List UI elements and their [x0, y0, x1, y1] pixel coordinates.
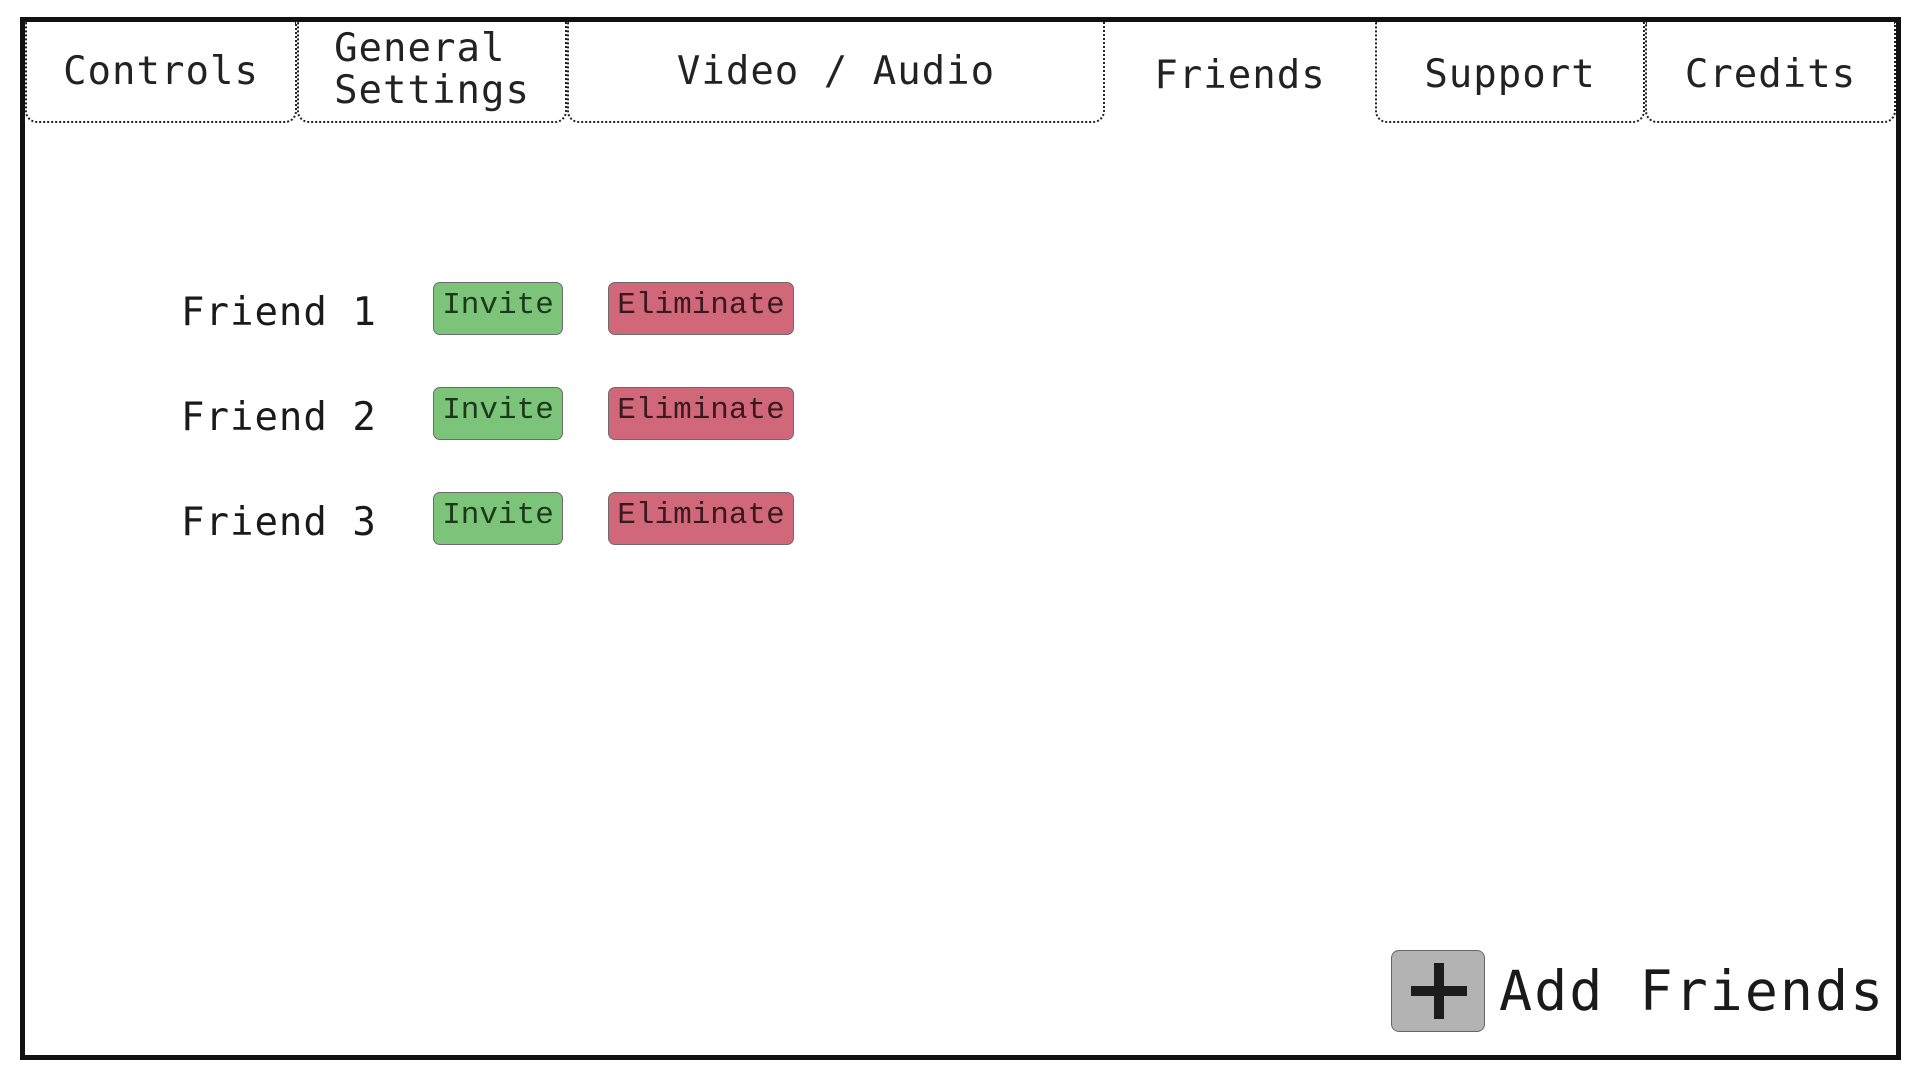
- tab-video-audio[interactable]: Video / Audio: [567, 22, 1105, 123]
- tab-credits-label: Credits: [1684, 51, 1857, 97]
- friend-name: Friend 2: [181, 395, 377, 440]
- tab-friends[interactable]: Friends: [1105, 22, 1375, 123]
- invite-button[interactable]: Invite: [433, 282, 563, 335]
- settings-window: Controls General Settings Video / Audio …: [20, 17, 1901, 1060]
- add-friends-label: Add Friends: [1499, 959, 1886, 1023]
- eliminate-button[interactable]: Eliminate: [608, 492, 794, 545]
- plus-icon-vertical-bar: [1434, 963, 1444, 1019]
- tab-controls[interactable]: Controls: [25, 22, 297, 123]
- invite-button[interactable]: Invite: [433, 387, 563, 440]
- tab-credits[interactable]: Credits: [1645, 22, 1896, 123]
- friend-row: Friend 1 Invite Eliminate: [25, 282, 925, 336]
- friend-name: Friend 1: [181, 290, 377, 335]
- eliminate-button[interactable]: Eliminate: [608, 282, 794, 335]
- tab-support-label: Support: [1424, 51, 1596, 97]
- invite-button[interactable]: Invite: [433, 492, 563, 545]
- friend-name: Friend 3: [181, 500, 377, 545]
- tab-support[interactable]: Support: [1375, 22, 1645, 123]
- tab-general-settings[interactable]: General Settings: [297, 22, 567, 123]
- friend-row: Friend 2 Invite Eliminate: [25, 387, 925, 441]
- tab-video-audio-label: Video / Audio: [676, 48, 996, 94]
- add-friends-button[interactable]: Add Friends: [1391, 949, 1885, 1033]
- eliminate-button[interactable]: Eliminate: [608, 387, 794, 440]
- friend-row: Friend 3 Invite Eliminate: [25, 492, 925, 546]
- tab-general-settings-label: General Settings: [334, 25, 530, 113]
- plus-icon[interactable]: [1391, 950, 1485, 1032]
- tab-controls-label: Controls: [63, 48, 259, 94]
- tab-friends-label: Friends: [1154, 52, 1326, 98]
